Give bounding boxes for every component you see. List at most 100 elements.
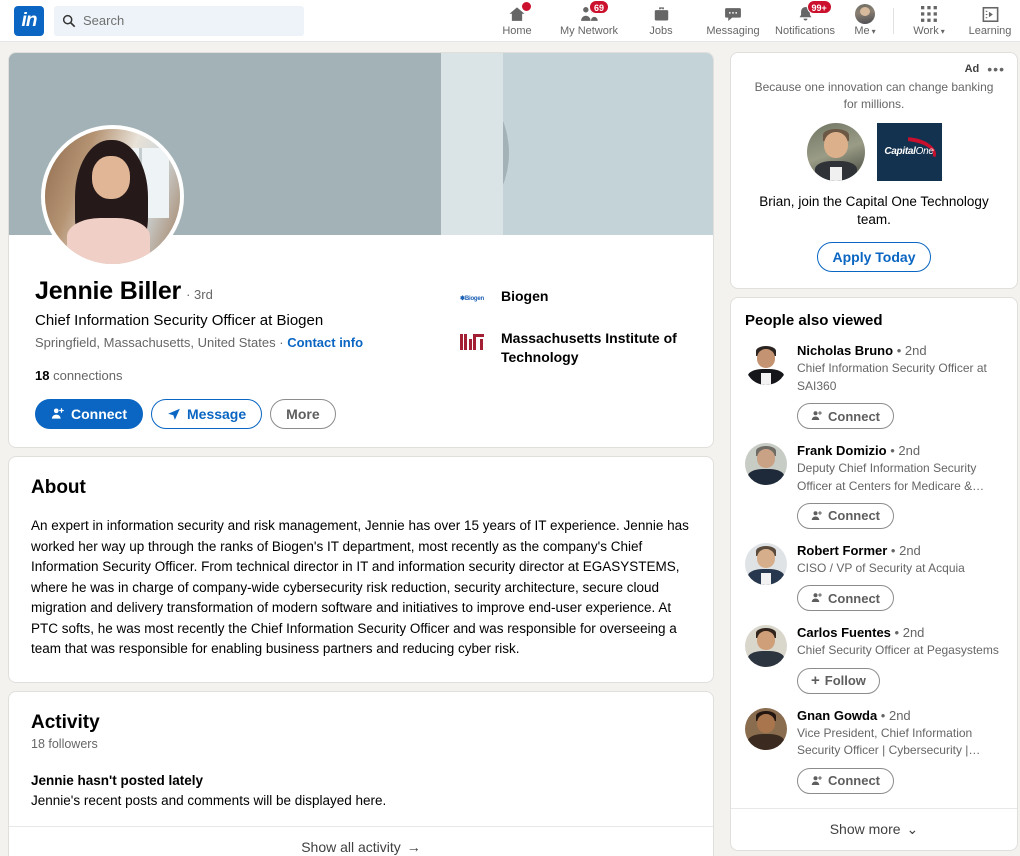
- nav-item-my-network[interactable]: 69 My Network: [553, 0, 625, 42]
- avatar: [745, 343, 787, 386]
- person-action-wrap: Connect: [797, 502, 1003, 529]
- list-item[interactable]: Gnan Gowda • 2nd Vice President, Chief I…: [745, 698, 1003, 798]
- people-also-viewed-list: Nicholas Bruno • 2nd Chief Information S…: [731, 333, 1017, 797]
- org-row-school[interactable]: Massachusetts Institute of Technology: [457, 327, 687, 367]
- send-icon: [168, 408, 180, 420]
- about-text: An expert in information security and ri…: [31, 518, 689, 657]
- chevron-down-icon: ▾: [871, 26, 876, 36]
- activity-followers: 18 followers: [31, 736, 98, 751]
- show-all-activity-button[interactable]: Show all activity →: [9, 825, 713, 856]
- profile-name-line: Jennie Biller · 3rd: [35, 277, 457, 306]
- profile-orgs: ✽Biogen Biogen Massachusetts Institute o…: [457, 277, 687, 383]
- contact-info-link[interactable]: Contact info: [287, 335, 363, 350]
- page-body: Jennie Biller · 3rd Chief Information Se…: [0, 42, 1020, 856]
- nav-item-home[interactable]: Home: [481, 0, 553, 42]
- nav-item-messaging[interactable]: Messaging: [697, 0, 769, 42]
- profile-actions: Connect Message More: [35, 399, 687, 429]
- nav-item-work[interactable]: Work ▾: [898, 0, 960, 42]
- profile-body: Jennie Biller · 3rd Chief Information Se…: [9, 125, 713, 447]
- capital-one-logo-text: CapitalOne: [884, 146, 934, 158]
- apply-today-button[interactable]: Apply Today: [816, 242, 932, 273]
- briefcase-icon: [654, 6, 668, 20]
- message-bubble-icon: [725, 7, 741, 21]
- list-item[interactable]: Frank Domizio • 2nd Deputy Chief Informa…: [745, 433, 1003, 533]
- ad-card: Ad ••• Because one innovation can change…: [730, 52, 1018, 290]
- profile-identity: Jennie Biller · 3rd Chief Information Se…: [35, 277, 457, 383]
- message-button[interactable]: Message: [151, 399, 263, 429]
- right-sidebar: Ad ••• Because one innovation can change…: [730, 52, 1018, 856]
- people-also-viewed-title: People also viewed: [745, 312, 883, 330]
- show-all-activity-label: Show all activity: [301, 839, 401, 856]
- person-name-line: Robert Former • 2nd: [797, 543, 1003, 558]
- person-plus-icon: [811, 411, 823, 421]
- navbar-right: Home 69 My Network Jobs Messaging 99+ No…: [481, 0, 1020, 42]
- activity-empty-sub: Jennie's recent posts and comments will …: [31, 792, 387, 808]
- avatar: [745, 625, 787, 668]
- nav-label-learning: Learning: [968, 25, 1012, 37]
- search-input[interactable]: [83, 13, 296, 28]
- capital-one-logo-icon: CapitalOne: [876, 122, 942, 181]
- navbar-divider: [893, 7, 894, 34]
- connect-button-person-2[interactable]: Connect: [797, 585, 894, 612]
- apply-today-label: Apply Today: [832, 249, 916, 266]
- learning-icon-wrap: [981, 4, 1000, 24]
- person-degree: • 2nd: [890, 443, 921, 459]
- person-plus-icon: [811, 775, 823, 785]
- org-name-school: Massachusetts Institute of Technology: [501, 330, 677, 365]
- nav-label-me-text: Me: [854, 25, 870, 37]
- linkedin-logo-icon[interactable]: in: [14, 5, 44, 36]
- main-column: Jennie Biller · 3rd Chief Information Se…: [8, 52, 714, 856]
- person-action-wrap: + Follow: [797, 667, 1003, 694]
- chevron-down-icon-show-more: ⌄: [906, 820, 919, 837]
- search-box[interactable]: [54, 5, 304, 36]
- nav-item-jobs[interactable]: Jobs: [625, 0, 697, 42]
- connect-label-person-2: Connect: [828, 590, 880, 606]
- grid-icon: [921, 6, 937, 22]
- ad-person-avatar: [806, 122, 865, 181]
- follow-button-person-3[interactable]: + Follow: [797, 667, 880, 694]
- ad-options-icon[interactable]: •••: [987, 62, 1005, 76]
- nav-item-notifications[interactable]: 99+ Notifications: [769, 0, 841, 42]
- profile-headline: Chief Information Security Officer at Bi…: [35, 312, 324, 329]
- avatar-shirt: [66, 218, 151, 264]
- nav-label-work-text: Work: [913, 25, 939, 37]
- connect-button-person-0[interactable]: Connect: [797, 403, 894, 430]
- show-more-button[interactable]: Show more ⌄: [731, 807, 1017, 850]
- nav-label-jobs: Jobs: [649, 25, 673, 37]
- avatar: [745, 443, 787, 486]
- connect-button[interactable]: Connect: [35, 399, 143, 429]
- list-item-info: Nicholas Bruno • 2nd Chief Information S…: [797, 343, 1003, 430]
- connect-button-person-4[interactable]: Connect: [797, 767, 894, 794]
- connections-count[interactable]: 18 connections: [35, 368, 457, 383]
- list-item[interactable]: Nicholas Bruno • 2nd Chief Information S…: [745, 333, 1003, 433]
- banner-light-band: [441, 53, 503, 235]
- person-title: Vice President, Chief Information Securi…: [797, 725, 981, 758]
- activity-section: Activity 18 followers Jennie hasn't post…: [9, 692, 713, 826]
- list-item[interactable]: Robert Former • 2nd CISO / VP of Securit…: [745, 533, 1003, 615]
- message-bubble-icon-wrap: [723, 4, 743, 24]
- person-name-line: Gnan Gowda • 2nd: [797, 708, 1003, 723]
- ad-images: CapitalOne: [743, 122, 1005, 181]
- connect-button-label: Connect: [71, 406, 127, 422]
- org-row-company[interactable]: ✽Biogen Biogen: [457, 285, 687, 311]
- person-title: Chief Security Officer at Pegasystems: [797, 643, 999, 658]
- connect-label-person-0: Connect: [828, 408, 880, 424]
- activity-title: Activity: [31, 711, 100, 733]
- navbar-left: in: [0, 5, 304, 36]
- about-title: About: [31, 477, 86, 498]
- profile-avatar[interactable]: [41, 125, 184, 268]
- connect-button-person-1[interactable]: Connect: [797, 502, 894, 529]
- more-button-label: More: [286, 406, 320, 422]
- nav-label-notifications: Notifications: [775, 25, 835, 37]
- list-item[interactable]: Carlos Fuentes • 2nd Chief Security Offi…: [745, 615, 1003, 697]
- grid-icon-wrap: [920, 4, 938, 24]
- nav-item-me[interactable]: Me ▾: [841, 0, 889, 42]
- person-degree: • 2nd: [890, 542, 921, 558]
- chevron-down-icon-work: ▾: [940, 26, 945, 36]
- person-name: Carlos Fuentes: [797, 625, 891, 641]
- more-button[interactable]: More: [270, 399, 336, 429]
- nav-item-learning[interactable]: Learning: [960, 0, 1020, 42]
- biogen-logo-text: ✽Biogen: [460, 295, 484, 302]
- list-item-info: Carlos Fuentes • 2nd Chief Security Offi…: [797, 625, 1003, 694]
- person-plus-icon: [51, 408, 64, 419]
